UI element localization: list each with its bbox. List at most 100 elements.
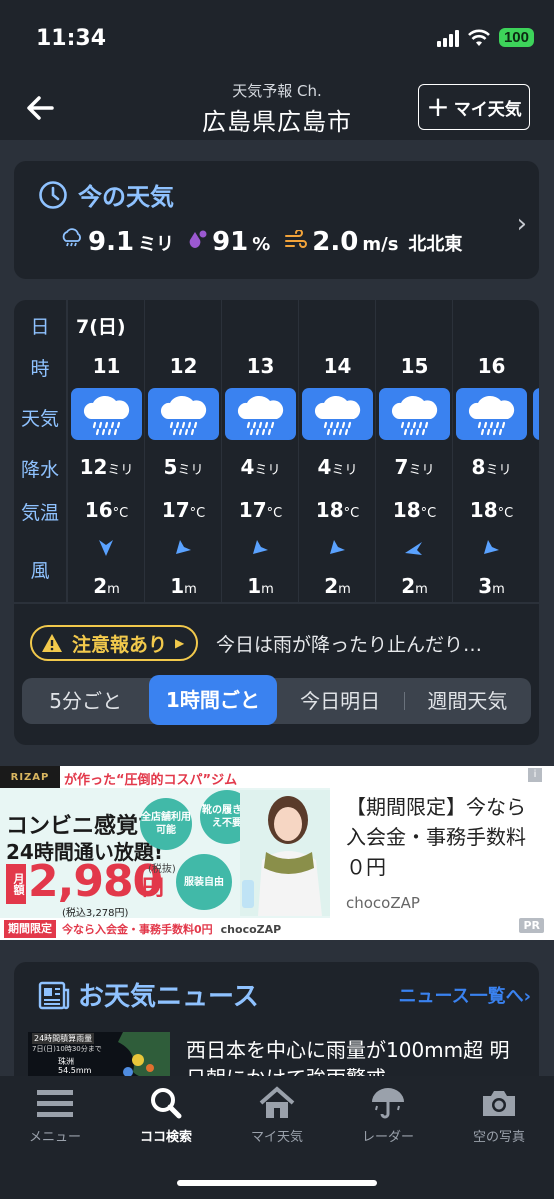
news-list-link-label: ニュース一覧へ bbox=[398, 986, 524, 1007]
hourly-forecast-card: 日 時 天気 降水 気温 風 7(日) 11 12ミリ 16°C 2m 12 5ミリ 17°… bbox=[14, 300, 539, 745]
forecast-tabs: 5分ごと 1時間ごと 今日明日 週間天気 bbox=[22, 675, 531, 725]
rain-cloud-icon bbox=[62, 228, 81, 247]
temp-value: 18 bbox=[392, 498, 421, 522]
precip-value: 7 bbox=[394, 455, 409, 479]
precip-cell: 4ミリ bbox=[299, 455, 376, 479]
precip-unit: ミリ bbox=[408, 463, 435, 478]
hourly-columns[interactable]: 11 12ミリ 16°C 2m 12 5ミリ 17°C 1m 13 4ミリ 17°C 1m 14 4ミリ 1… bbox=[66, 300, 539, 602]
nav-label: 空の写真 bbox=[472, 1130, 525, 1145]
wind-unit: m bbox=[261, 582, 274, 597]
nav-item-my-weather[interactable]: マイ天気 bbox=[222, 1086, 332, 1145]
divider bbox=[14, 602, 539, 604]
row-label-temp: 気温 bbox=[20, 502, 59, 524]
cellular-signal-icon bbox=[436, 29, 459, 47]
nav-item-sky-photo[interactable]: 空の写真 bbox=[444, 1086, 554, 1145]
temp-unit: °C bbox=[420, 506, 437, 521]
row-label-day: 日 bbox=[30, 316, 50, 338]
ad-pr-badge: PR bbox=[519, 918, 544, 933]
precip-value: 9.1 bbox=[88, 227, 135, 257]
temp-unit: °C bbox=[189, 506, 206, 521]
alert-summary[interactable]: 今日は雨が降ったり止んだり… bbox=[216, 630, 526, 657]
tab-weekly[interactable]: 週間天気 bbox=[403, 678, 531, 724]
nav-item-radar[interactable]: レーダー bbox=[333, 1086, 443, 1145]
chevron-right-icon: › bbox=[523, 986, 531, 1007]
hour-label: 12 bbox=[169, 354, 198, 378]
rizap-logo: RIZAP bbox=[0, 766, 60, 788]
precip-cell: 8ミリ bbox=[453, 455, 530, 479]
alert-badge-label: 注意報あり bbox=[72, 633, 168, 656]
ad-info-icon[interactable]: i bbox=[528, 768, 542, 782]
add-my-weather-button[interactable]: + マイ天気 bbox=[418, 84, 530, 130]
ad-banner-image[interactable]: RIZAP が作った“圧倒的コスパ”ジム コンビニ感覚で 24時間通い放題! 月… bbox=[0, 766, 330, 940]
wind-value: 1 bbox=[170, 574, 185, 598]
chevron-right-icon: › bbox=[516, 209, 527, 239]
hour-column: 14 4ミリ 18°C 2m bbox=[299, 300, 376, 602]
humidity-value: 91 bbox=[212, 227, 249, 257]
temp-unit: °C bbox=[343, 506, 360, 521]
hour-column: 15 7ミリ 18°C 2m bbox=[376, 300, 453, 602]
alert-badge[interactable]: 注意報あり ▶ bbox=[30, 625, 199, 661]
humidity-drop-icon bbox=[189, 230, 207, 248]
nav-label: レーダー bbox=[361, 1130, 414, 1145]
column-divider bbox=[221, 300, 222, 602]
battery-icon: 100 bbox=[498, 28, 534, 47]
precip-value: 8 bbox=[471, 455, 486, 479]
umbrella-icon bbox=[372, 1088, 404, 1119]
row-label-wind: 風 bbox=[30, 560, 50, 582]
wind-direction-arrow-icon bbox=[253, 540, 268, 554]
ad-price-label: 月額 bbox=[6, 864, 26, 904]
ad-text[interactable]: 【期間限定】今なら入会金・事務手数料０円 bbox=[346, 792, 542, 882]
tab-today-tomorrow[interactable]: 今日明日 bbox=[277, 678, 404, 724]
tab-5min[interactable]: 5分ごと bbox=[22, 678, 149, 724]
hour-column: 11 12ミリ 16°C 2m bbox=[68, 300, 145, 602]
wind-direction-arrow-icon bbox=[330, 540, 345, 554]
nav-item-menu[interactable]: メニュー bbox=[0, 1086, 110, 1145]
ad-bottom-text: 今なら入会金・事務手数料0円 bbox=[62, 923, 213, 936]
nav-item-search[interactable]: ココ検索 bbox=[111, 1086, 221, 1145]
temp-unit: °C bbox=[266, 506, 283, 521]
wind-direction: 北北東 bbox=[408, 234, 463, 255]
temp-value: 16 bbox=[84, 498, 113, 522]
wind-value: 2 bbox=[324, 574, 339, 598]
ad-bottom-bar: 期間限定 今なら入会金・事務手数料0円 chocoZAP bbox=[0, 918, 330, 940]
wind-unit: m/s bbox=[362, 234, 399, 255]
hour-column: 16 8ミリ 18°C 3m bbox=[453, 300, 530, 602]
news-list-link[interactable]: ニュース一覧へ› bbox=[398, 982, 531, 1008]
wind-unit: m bbox=[338, 582, 351, 597]
heavy-rain-icon bbox=[148, 388, 219, 440]
search-icon bbox=[151, 1088, 182, 1119]
ad-tax-note: (税抜) bbox=[148, 864, 176, 875]
temp-value: 18 bbox=[469, 498, 498, 522]
news-title: お天気ニュース bbox=[78, 982, 259, 1012]
play-arrow-icon: ▶ bbox=[175, 636, 185, 650]
heavy-rain-icon bbox=[302, 388, 373, 440]
ad-limited-badge: 期間限定 bbox=[4, 920, 56, 938]
current-wind: 2.0 m/s 北北東 bbox=[284, 227, 462, 257]
advertisement[interactable]: RIZAP が作った“圧倒的コスパ”ジム コンビニ感覚で 24時間通い放題! 月… bbox=[0, 766, 554, 940]
hour-label: 13 bbox=[246, 354, 275, 378]
hour-label: 14 bbox=[323, 354, 352, 378]
wind-direction-arrow-icon bbox=[176, 540, 191, 554]
temp-cell: 17°C bbox=[145, 498, 222, 522]
wind-unit: m bbox=[415, 582, 428, 597]
tab-1hour[interactable]: 1時間ごと bbox=[149, 675, 277, 725]
nav-label: メニュー bbox=[28, 1130, 81, 1145]
current-weather-card[interactable]: 今の天気 9.1 ミリ 91 % 2.0 m/s 北北東 › bbox=[14, 161, 539, 279]
current-humidity: 91 % bbox=[188, 227, 270, 257]
temp-value: 17 bbox=[238, 498, 267, 522]
humidity-unit: % bbox=[252, 234, 271, 255]
wind-icon bbox=[285, 230, 308, 248]
status-bar: 11:34 100 bbox=[0, 0, 554, 76]
precip-unit: ミリ bbox=[485, 463, 512, 478]
menu-icon bbox=[37, 1090, 73, 1117]
heavy-rain-icon bbox=[533, 388, 539, 440]
home-indicator bbox=[177, 1180, 377, 1186]
column-divider bbox=[298, 300, 299, 602]
hour-label: 11 bbox=[92, 354, 121, 378]
heavy-rain-icon bbox=[379, 388, 450, 440]
wind-value: 3 bbox=[478, 574, 493, 598]
temp-unit: °C bbox=[112, 506, 129, 521]
wind-direction-arrow-icon bbox=[484, 540, 499, 554]
thumb-value-1: 54.5mm bbox=[58, 1066, 92, 1075]
nav-label: マイ天気 bbox=[250, 1130, 303, 1145]
